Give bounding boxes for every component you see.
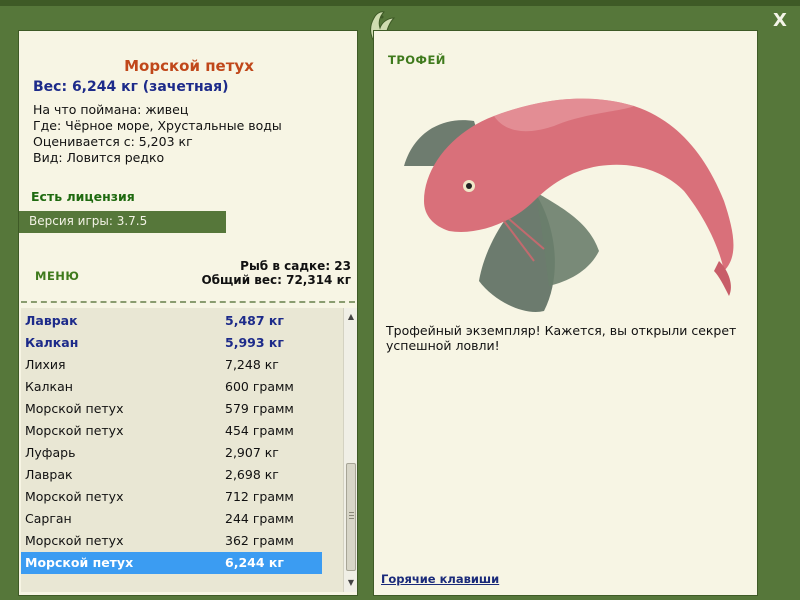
catch-bait-info: На что поймана: живец bbox=[33, 102, 189, 117]
catch-item-weight: 5,487 кг bbox=[225, 313, 284, 328]
catch-list-item[interactable]: Морской петух 579 грамм bbox=[21, 398, 322, 420]
license-status: Есть лицензия bbox=[31, 189, 135, 204]
hotkeys-link[interactable]: Горячие клавиши bbox=[381, 572, 499, 586]
catch-item-name: Лаврак bbox=[25, 467, 73, 482]
catch-item-weight: 2,698 кг bbox=[225, 467, 279, 482]
fish-info-panel: Морской петух Вес: 6,244 кг (зачетная) Н… bbox=[18, 30, 358, 596]
catch-list-item[interactable]: Луфарь 2,907 кг bbox=[21, 442, 322, 464]
trophy-panel: ТРОФЕЙ Трофейный экземпляр! Кажется, вы … bbox=[373, 30, 758, 596]
fish-count: Рыб в садке: 23 bbox=[240, 259, 351, 273]
gurnard-fish-image bbox=[404, 98, 734, 312]
catch-item-name: Морской петух bbox=[25, 401, 124, 416]
catch-list-item[interactable]: Морской петух 362 грамм bbox=[21, 530, 322, 552]
catch-item-name: Луфарь bbox=[25, 445, 76, 460]
catch-item-weight: 244 грамм bbox=[225, 511, 294, 526]
close-button[interactable]: X bbox=[770, 12, 790, 32]
catch-item-name: Морской петух bbox=[25, 423, 124, 438]
catch-item-weight: 454 грамм bbox=[225, 423, 294, 438]
catch-list-item[interactable]: Морской петух 454 грамм bbox=[21, 420, 322, 442]
menu-button[interactable]: МЕНЮ bbox=[35, 269, 79, 283]
catch-item-weight: 6,244 кг bbox=[225, 555, 284, 570]
game-version-bar: Версия игры: 3.7.5 bbox=[19, 211, 226, 233]
catch-item-name: Морской петух bbox=[25, 489, 124, 504]
catch-item-weight: 7,248 кг bbox=[225, 357, 279, 372]
trophy-description: Трофейный экземпляр! Кажется, вы открыли… bbox=[386, 323, 737, 353]
catch-item-weight: 579 грамм bbox=[225, 401, 294, 416]
catch-item-name: Сарган bbox=[25, 511, 72, 526]
catch-item-weight: 2,907 кг bbox=[225, 445, 279, 460]
catch-list-item[interactable]: Лаврак 2,698 кг bbox=[21, 464, 322, 486]
catch-location-info: Где: Чёрное море, Хрустальные воды bbox=[33, 118, 282, 133]
trophy-label: ТРОФЕЙ bbox=[388, 53, 446, 67]
catch-stats: Рыб в садке: 23 Общий вес: 72,314 кг bbox=[201, 259, 351, 287]
catch-item-name: Лихия bbox=[25, 357, 66, 372]
game-window-frame: X Морской петух Вес: 6,244 кг (зачетная)… bbox=[0, 0, 800, 600]
catch-list-item[interactable]: Калкан 5,993 кг bbox=[21, 332, 322, 354]
catch-list-item[interactable]: Калкан 600 грамм bbox=[21, 376, 322, 398]
total-weight: Общий вес: 72,314 кг bbox=[201, 273, 351, 287]
species-rarity-info: Вид: Ловится редко bbox=[33, 150, 165, 165]
catch-list-item[interactable]: Лихия 7,248 кг bbox=[21, 354, 322, 376]
scrollbar-thumb[interactable] bbox=[346, 463, 356, 571]
catch-item-name: Калкан bbox=[25, 335, 79, 350]
catch-list-item[interactable]: Лаврак 5,487 кг bbox=[21, 310, 322, 332]
catch-item-name: Морской петух bbox=[25, 533, 124, 548]
scroll-down-arrow-icon[interactable]: ▼ bbox=[344, 576, 358, 590]
catch-item-name: Морской петух bbox=[25, 555, 134, 570]
catch-list[interactable]: Лаврак 5,487 кг Калкан 5,993 кг Лихия 7,248 к… bbox=[21, 308, 343, 592]
catch-item-weight: 5,993 кг bbox=[225, 335, 284, 350]
catch-item-name: Калкан bbox=[25, 379, 73, 394]
catch-item-name: Лаврак bbox=[25, 313, 78, 328]
catch-list-scrollbar[interactable]: ▲ ▼ bbox=[343, 308, 357, 592]
scroll-up-arrow-icon[interactable]: ▲ bbox=[344, 310, 358, 324]
catch-item-weight: 362 грамм bbox=[225, 533, 294, 548]
catch-item-weight: 600 грамм bbox=[225, 379, 294, 394]
catch-list-item[interactable]: Сарган 244 грамм bbox=[21, 508, 322, 530]
catch-list-item[interactable]: Морской петух 712 грамм bbox=[21, 486, 322, 508]
trophy-threshold-info: Оценивается с: 5,203 кг bbox=[33, 134, 193, 149]
divider bbox=[21, 301, 355, 303]
fish-weight: Вес: 6,244 кг (зачетная) bbox=[33, 79, 229, 95]
catch-item-weight: 712 грамм bbox=[225, 489, 294, 504]
catch-list-item[interactable]: Морской петух 6,244 кг bbox=[21, 552, 322, 574]
fish-name-title: Морской петух bbox=[124, 57, 254, 75]
